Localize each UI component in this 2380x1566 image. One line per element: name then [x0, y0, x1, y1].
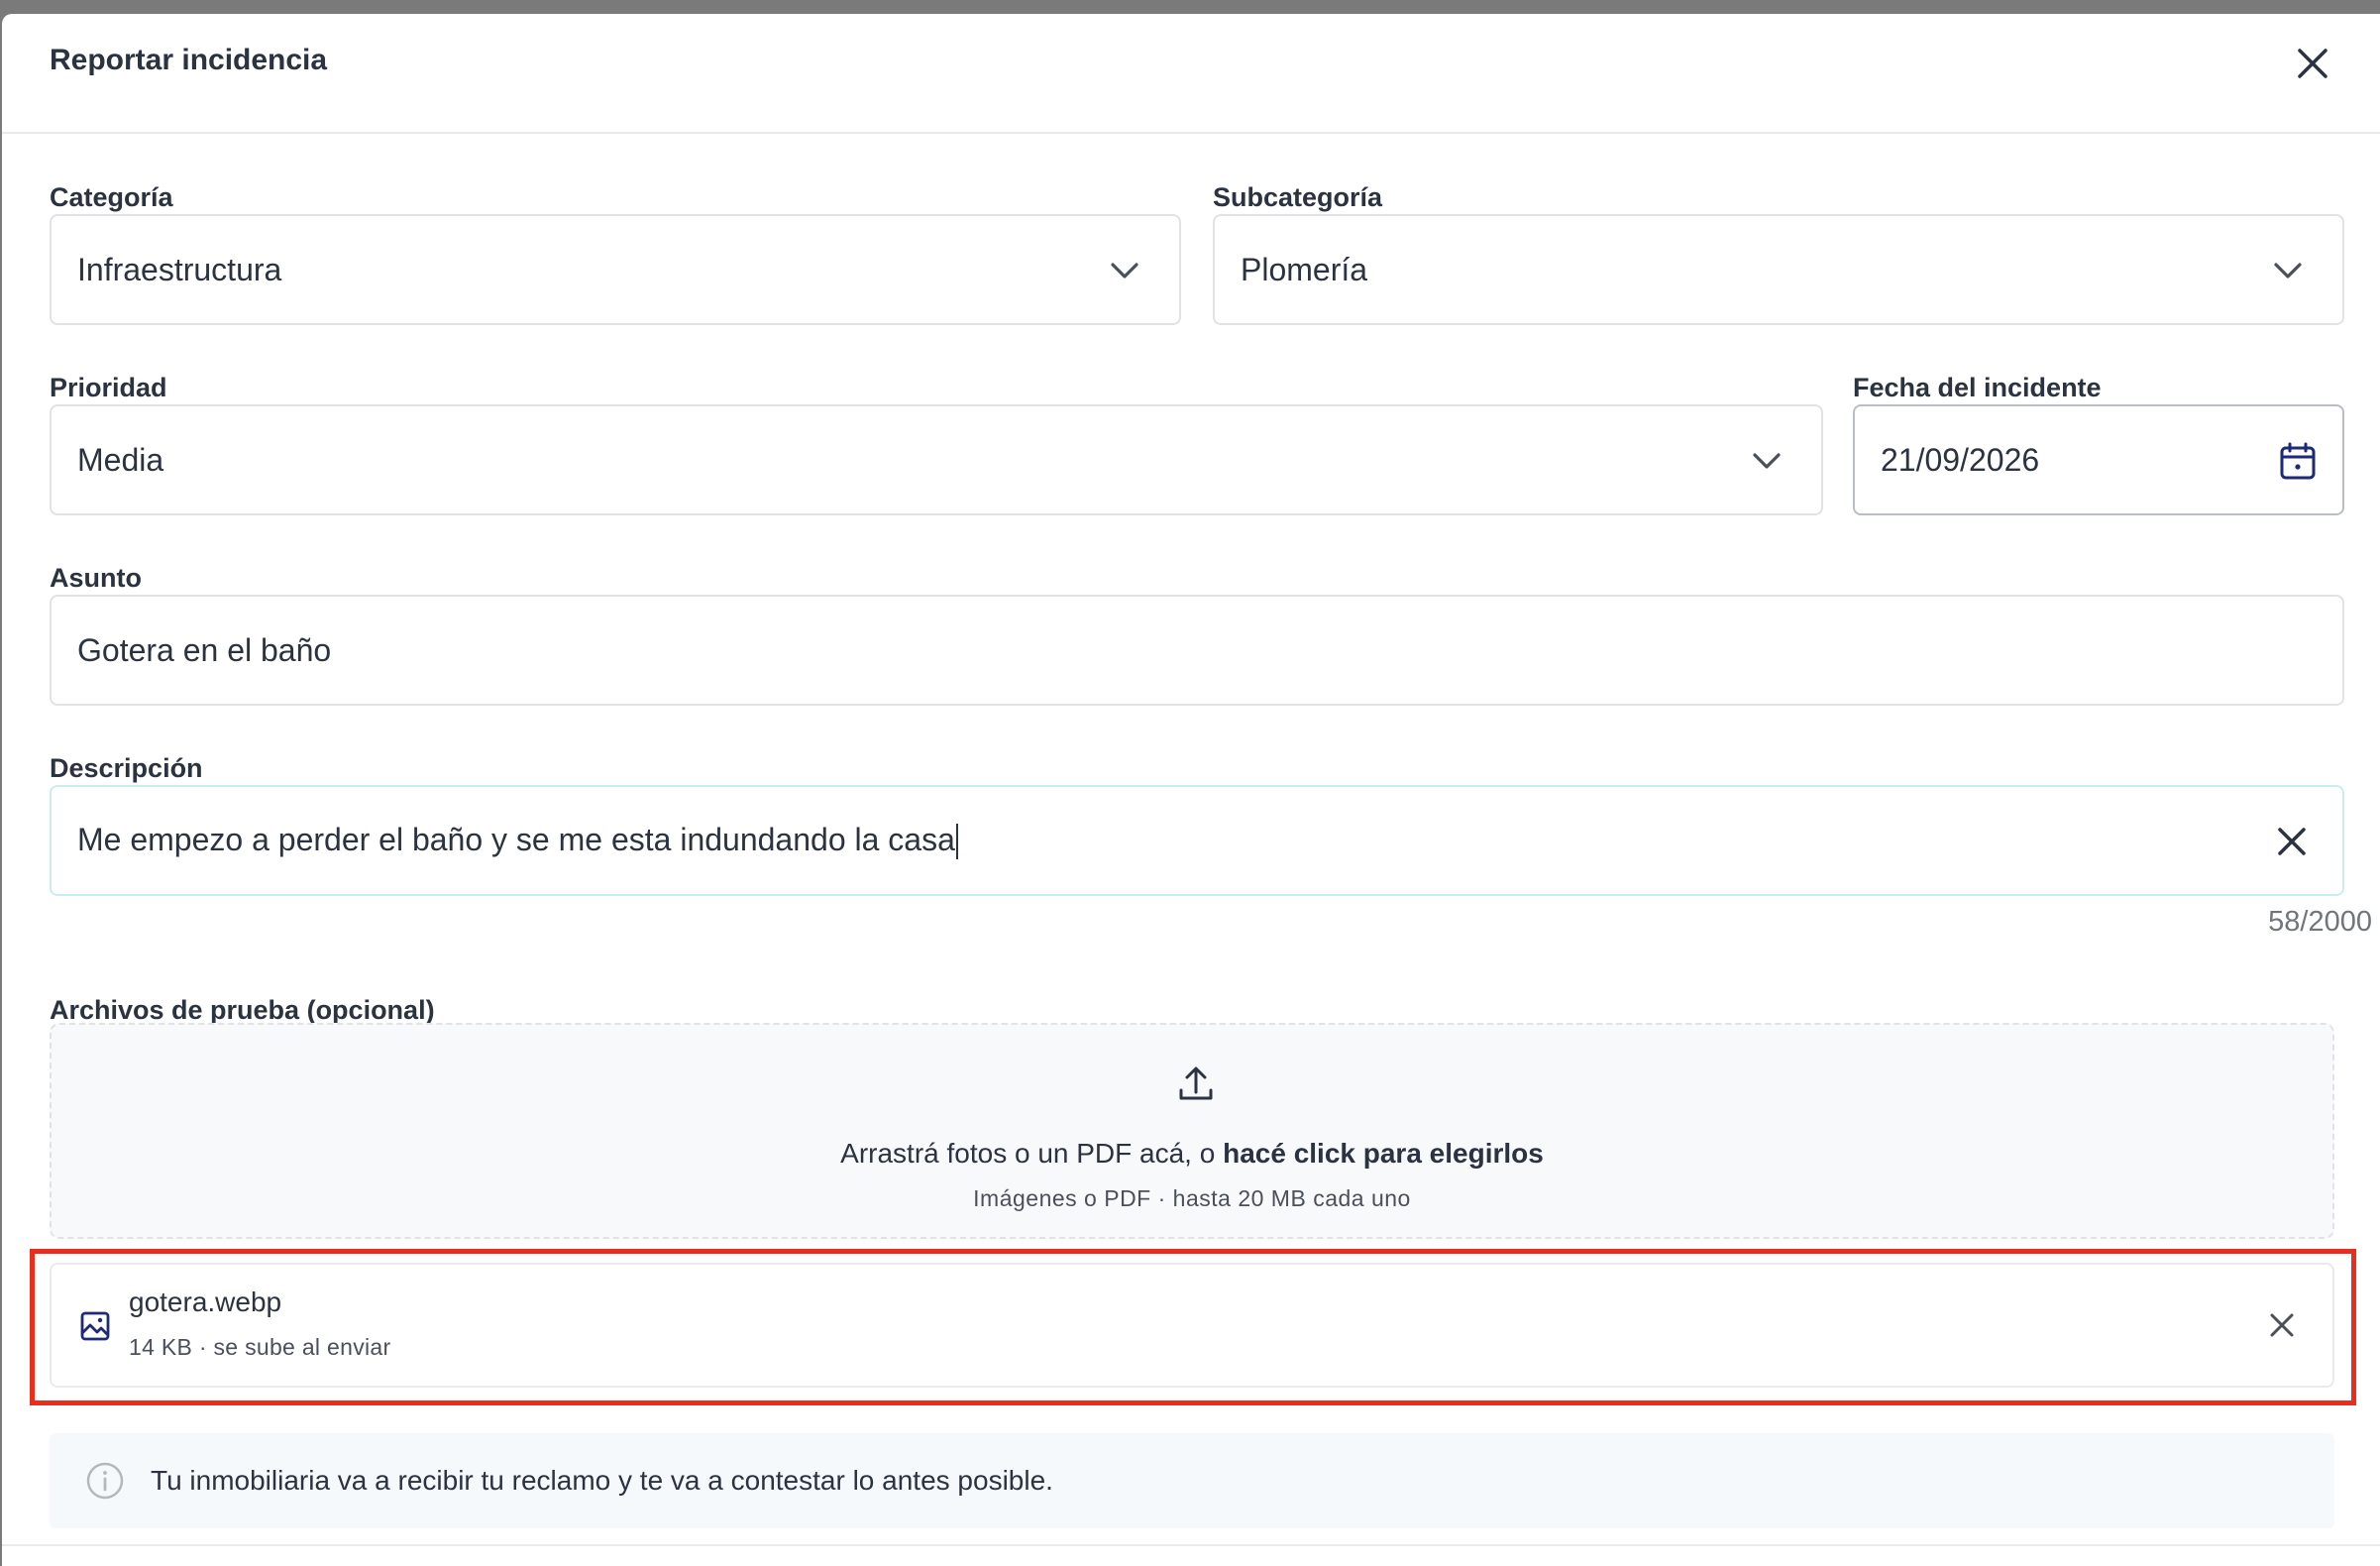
categoria-label: Categoría: [50, 182, 173, 212]
chevron-down-icon: [1753, 453, 1781, 469]
dropzone-hint: Imágenes o PDF · hasta 20 MB cada uno: [973, 1185, 1411, 1211]
choose-files-link[interactable]: hacé click para elegirlos: [1223, 1138, 1544, 1169]
info-icon: [86, 1462, 124, 1500]
descripcion-value: Me empezo a perder el baño y se me esta …: [77, 821, 955, 857]
dialog-header: Reportar incidencia: [2, 14, 2380, 134]
text-cursor: [955, 824, 958, 860]
subcategoria-label: Subcategoría: [1213, 182, 1383, 212]
prioridad-select[interactable]: Media: [50, 404, 1823, 515]
file-meta: 14 KB · se sube al enviar: [129, 1334, 391, 1360]
prioridad-value: Media: [77, 441, 164, 478]
close-dialog-button[interactable]: [2291, 42, 2334, 85]
descripcion-label: Descripción: [50, 753, 203, 783]
chevron-down-icon: [2274, 263, 2302, 279]
descripcion-value-wrap: Me empezo a perder el baño y se me esta …: [77, 822, 2342, 860]
prioridad-label: Prioridad: [50, 373, 167, 402]
info-text: Tu inmobiliaria va a recibir tu reclamo …: [151, 1465, 1053, 1496]
info-banner: Tu inmobiliaria va a recibir tu reclamo …: [50, 1433, 2334, 1528]
attachments-label: Archivos de prueba (opcional): [50, 995, 435, 1025]
file-name: gotera.webp: [129, 1286, 282, 1317]
dialog-title: Reportar incidencia: [50, 44, 328, 76]
close-icon: [2298, 49, 2327, 78]
fecha-input[interactable]: 21/09/2026: [1853, 404, 2344, 515]
upload-icon: [1179, 1066, 1213, 1100]
categoria-value: Infraestructura: [77, 251, 282, 287]
fecha-value: 21/09/2026: [1881, 441, 2040, 478]
asunto-label: Asunto: [50, 563, 142, 593]
asunto-value: Gotera en el baño: [77, 631, 332, 668]
subcategoria-value: Plomería: [1241, 251, 1368, 287]
attached-file-item: gotera.webp 14 KB · se sube al enviar: [50, 1263, 2334, 1388]
character-counter: 58/2000: [2268, 906, 2372, 938]
categoria-select[interactable]: Infraestructura: [50, 214, 1181, 325]
chevron-down-icon: [1111, 263, 1138, 279]
file-dropzone[interactable]: Arrastrá fotos o un PDF acá, o hacé clic…: [50, 1023, 2334, 1239]
asunto-input[interactable]: Gotera en el baño: [50, 595, 2344, 706]
subcategoria-select[interactable]: Plomería: [1213, 214, 2344, 325]
remove-file-icon[interactable]: [2267, 1310, 2297, 1340]
clear-icon[interactable]: [2275, 825, 2309, 858]
dropzone-text-line: Arrastrá fotos o un PDF acá, o hacé clic…: [52, 1138, 2332, 1170]
report-incident-dialog: Reportar incidencia Categoría Infraestru…: [2, 14, 2380, 1566]
calendar-icon[interactable]: [2277, 440, 2319, 482]
footer-divider: [2, 1544, 2380, 1546]
dropzone-text: Arrastrá fotos o un PDF acá, o: [840, 1138, 1224, 1169]
fecha-label: Fecha del incidente: [1853, 373, 2102, 402]
image-icon: [80, 1311, 110, 1341]
descripcion-input[interactable]: Me empezo a perder el baño y se me esta …: [50, 785, 2344, 896]
